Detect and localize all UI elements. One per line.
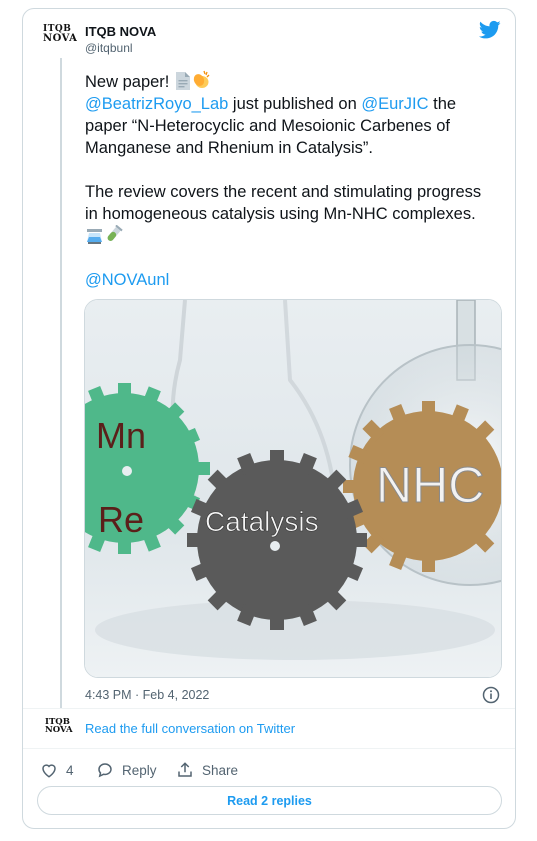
mention-eurjic[interactable]: @EurJIC (361, 95, 428, 113)
read-full-conversation-link[interactable]: Read the full conversation on Twitter (85, 721, 295, 736)
reply-label: Reply (122, 762, 157, 778)
mention-beatrizroyo-lab[interactable]: @BeatrizRoyo_Lab (85, 95, 228, 113)
info-icon[interactable] (482, 686, 500, 704)
read-replies-button[interactable]: Read 2 replies (37, 786, 502, 815)
divider (23, 708, 515, 709)
author-avatar[interactable]: ITQB NOVA (43, 24, 79, 50)
thread-line (60, 58, 62, 708)
tweet-timestamp[interactable]: 4:43 PM · Feb 4, 2022 (85, 688, 209, 702)
heart-icon (42, 764, 56, 778)
share-icon (178, 762, 192, 777)
gear-text-mn: Mn (96, 415, 146, 456)
reply-icon (98, 763, 112, 778)
clapping-hands-icon (193, 70, 210, 88)
author-name[interactable]: ITQB NOVA (85, 24, 156, 39)
reply-button[interactable]: Reply (96, 760, 157, 780)
twitter-bird-icon[interactable] (479, 20, 501, 40)
like-count: 4 (66, 762, 74, 778)
alembic-icon (87, 229, 102, 244)
share-label: Share (202, 762, 239, 778)
gear-text-re: Re (98, 499, 144, 540)
mention-novaunl[interactable]: @NOVAunl (85, 271, 169, 289)
document-icon (175, 72, 190, 90)
like-button[interactable]: 4 (40, 760, 74, 780)
gear-grey (187, 450, 367, 630)
conversation-avatar[interactable]: ITQB NOVA (45, 718, 73, 735)
gear-text-nhc: NHC (376, 457, 484, 513)
tweet-image[interactable]: Mn Re NHC Catalysis (84, 299, 502, 678)
tweet-text-segment: just published on (228, 95, 362, 113)
share-button[interactable]: Share (176, 760, 238, 780)
tweet-text: New paper! @BeatrizRoyo_Lab just publish… (85, 70, 490, 291)
author-handle[interactable]: @itqbunl (85, 41, 133, 55)
tweet-paragraph-2: The review covers the recent and stimula… (85, 183, 482, 223)
gear-text-catalysis: Catalysis (205, 506, 319, 537)
test-tube-icon (107, 225, 123, 241)
tweet-line1: New paper! (85, 73, 174, 91)
divider (23, 748, 515, 749)
